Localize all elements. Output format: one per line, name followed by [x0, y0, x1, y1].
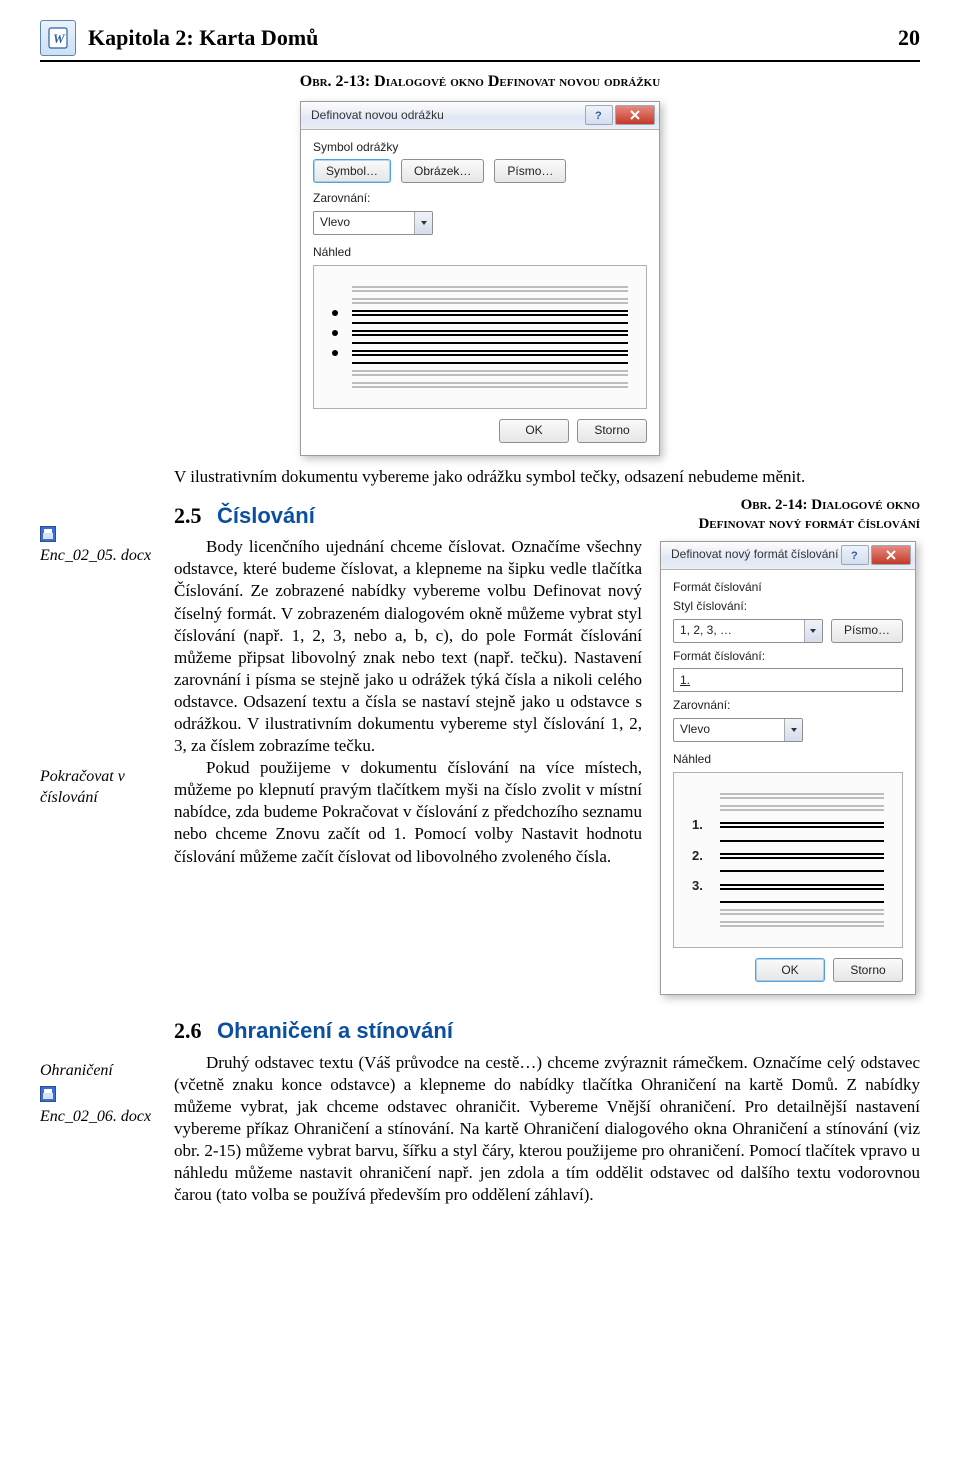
margin-note-border: Ohraničení	[40, 1061, 160, 1082]
preview-number-1: 1.	[692, 817, 708, 834]
svg-text:?: ?	[851, 550, 858, 561]
format-value: 1.	[680, 673, 690, 689]
margin-note-enc-02-06: Enc_02_06. docx	[40, 1086, 160, 1128]
number-style-dropdown[interactable]: 1, 2, 3, …	[673, 619, 823, 643]
preview-number-2: 2.	[692, 848, 708, 865]
preview-panel	[313, 265, 647, 409]
margin-column-2: Ohraničení Enc_02_06. docx	[40, 1011, 160, 1157]
section-2-5-heading: 2.5 Číslování	[174, 502, 642, 531]
alignment-dropdown[interactable]: Vlevo	[313, 211, 433, 235]
preview-label: Náhled	[673, 752, 903, 768]
dialog-title: Definovat novou odrážku	[311, 108, 583, 124]
help-button[interactable]: ?	[585, 105, 613, 125]
dialog2-titlebar: Definovat nový formát číslování ?	[661, 542, 915, 570]
dialog-define-new-bullet: Definovat novou odrážku ? Symbol odrážky…	[300, 101, 660, 456]
section-number: 2.6	[174, 1018, 202, 1043]
section-2-6-body: Druhý odstavec textu (Váš průvodce na ce…	[174, 1052, 920, 1207]
margin-file-1: Enc_02_05. docx	[40, 547, 151, 564]
diskette-icon	[40, 1086, 56, 1102]
margin-file-2: Enc_02_06. docx	[40, 1108, 151, 1125]
preview-panel: 1. 2. 3.	[673, 772, 903, 949]
help-button[interactable]: ?	[841, 545, 869, 565]
style-label: Styl číslování:	[673, 599, 903, 615]
ok-button[interactable]: OK	[755, 958, 825, 982]
ok-button[interactable]: OK	[499, 419, 569, 443]
margin-note-enc-02-05: Enc_02_05. docx	[40, 526, 160, 568]
alignment-value: Vlevo	[314, 215, 414, 231]
header: W Kapitola 2: Karta Domů 20	[40, 20, 920, 62]
chevron-down-icon	[804, 620, 822, 642]
symbol-button[interactable]: Symbol…	[313, 159, 391, 183]
format-label: Formát číslování:	[673, 649, 903, 665]
cancel-button[interactable]: Storno	[833, 958, 903, 982]
para-2: Pokud použijeme v dokumentu číslování na…	[174, 757, 642, 867]
dialog-titlebar: Definovat novou odrážku ?	[301, 102, 659, 130]
preview-label: Náhled	[313, 245, 647, 261]
chevron-down-icon	[414, 212, 432, 234]
word-app-icon: W	[40, 20, 76, 56]
section-number: 2.5	[174, 503, 202, 528]
para-1: Body licenčního ujednání chceme číslovat…	[174, 536, 642, 757]
para-26: Druhý odstavec textu (Váš průvodce na ce…	[174, 1052, 920, 1207]
section-title: Číslování	[217, 503, 315, 528]
figure-2-14-caption: Obr. 2-14: Dialogové okno Definovat nový…	[660, 496, 920, 535]
close-button[interactable]	[871, 545, 911, 565]
preview-number-3: 3.	[692, 878, 708, 895]
image-button[interactable]: Obrázek…	[401, 159, 484, 183]
page-number: 20	[898, 20, 920, 53]
font-button[interactable]: Písmo…	[831, 619, 903, 643]
alignment-value: Vlevo	[674, 722, 784, 738]
section-2-5-body: Body licenčního ujednání chceme číslovat…	[174, 536, 642, 867]
close-button[interactable]	[615, 105, 655, 125]
dialog-define-number-format: Definovat nový formát číslování ? Formát…	[660, 541, 916, 996]
section-2-6-heading: 2.6 Ohraničení a stínování	[174, 1017, 920, 1046]
diskette-icon	[40, 526, 56, 542]
margin-note-continue-numbering: Pokračovat v číslování	[40, 767, 160, 809]
group-symbol-label: Symbol odrážky	[313, 140, 647, 156]
figure-2-13-caption: Obr. 2-13: Dialogové okno Definovat novo…	[40, 72, 920, 93]
intro-paragraph: V ilustrativním dokumentu vybereme jako …	[174, 466, 920, 488]
dialog2-title: Definovat nový formát číslování	[671, 547, 839, 563]
format-input[interactable]: 1.	[673, 668, 903, 692]
alignment-label: Zarovnání:	[673, 698, 903, 714]
svg-text:?: ?	[595, 110, 602, 121]
number-style-value: 1, 2, 3, …	[674, 623, 804, 639]
chapter-title: Kapitola 2: Karta Domů	[88, 20, 898, 53]
alignment-dropdown[interactable]: Vlevo	[673, 718, 803, 742]
fig-caption-line2: Definovat nový formát číslování	[698, 516, 920, 532]
chevron-down-icon	[784, 719, 802, 741]
fig-caption-line1: Obr. 2-14: Dialogové okno	[741, 497, 920, 513]
svg-text:W: W	[53, 31, 66, 46]
cancel-button[interactable]: Storno	[577, 419, 647, 443]
margin-column: Enc_02_05. docx Pokračovat v číslování	[40, 466, 160, 839]
group-format-label: Formát číslování	[673, 580, 903, 596]
font-button[interactable]: Písmo…	[494, 159, 566, 183]
section-title: Ohraničení a stínování	[217, 1018, 453, 1043]
alignment-label: Zarovnání:	[313, 191, 647, 207]
